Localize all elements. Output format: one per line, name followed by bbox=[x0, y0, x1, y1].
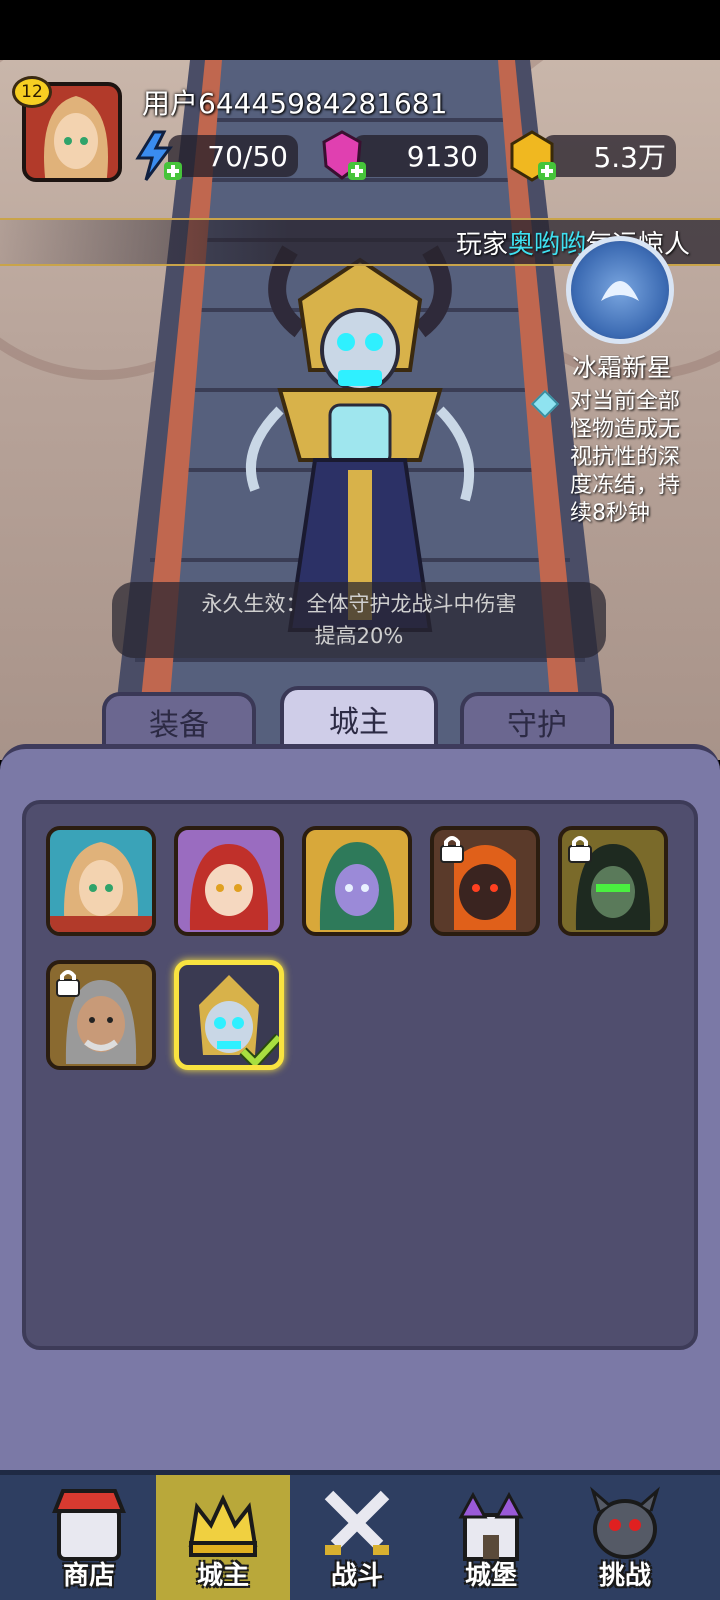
checkmark-icon bbox=[239, 1033, 279, 1065]
night-elf-portrait-icon bbox=[319, 842, 395, 930]
lock-icon bbox=[440, 836, 464, 863]
lock-icon bbox=[56, 970, 80, 997]
nav-castle[interactable]: 城堡 bbox=[424, 1475, 558, 1600]
gem-add-icon[interactable] bbox=[314, 128, 370, 184]
nav-challenge-label: 挑战 bbox=[598, 1561, 651, 1591]
nav-shop-label: 商店 bbox=[62, 1561, 115, 1591]
ticker-prefix: 玩家 bbox=[455, 229, 508, 260]
hero-slot-3[interactable] bbox=[302, 826, 412, 936]
nav-challenge[interactable]: 挑战 bbox=[558, 1475, 692, 1600]
skill-name: 冰霜新星 bbox=[572, 353, 673, 382]
nav-shop[interactable]: 商店 bbox=[22, 1475, 156, 1600]
username-label: 用户64445984281681 bbox=[142, 87, 448, 120]
tab-lord[interactable]: 城主 bbox=[280, 686, 438, 752]
gem-counter: 9130 bbox=[352, 135, 488, 177]
blonde-elf-portrait-icon bbox=[50, 842, 152, 932]
energy-add-icon[interactable] bbox=[130, 128, 186, 184]
nav-battle[interactable]: 战斗 bbox=[290, 1475, 424, 1600]
tab-guardian[interactable]: 守护 bbox=[460, 692, 614, 752]
bottom-nav: 商店 城主 战斗 城堡 挑战 bbox=[0, 1470, 720, 1600]
hero-slot-1[interactable] bbox=[46, 826, 156, 936]
hero-slot-5-locked[interactable] bbox=[558, 826, 668, 936]
shop-icon bbox=[52, 1489, 126, 1561]
frost-nova-skill-icon[interactable] bbox=[566, 236, 674, 344]
passive-line-1: 永久生效：全体守护龙战斗中伤害 bbox=[201, 592, 517, 616]
hero-slot-7-selected[interactable] bbox=[174, 960, 284, 1070]
nav-lord-label: 城主 bbox=[196, 1561, 249, 1591]
hero-slot-4-locked[interactable] bbox=[430, 826, 540, 936]
level-badge: 12 bbox=[12, 76, 52, 108]
status-bar bbox=[0, 0, 720, 60]
gold-add-icon[interactable] bbox=[504, 128, 560, 184]
gold-counter: 5.3万 bbox=[542, 135, 676, 177]
passive-line-2: 提高20% bbox=[314, 624, 404, 648]
crossed-swords-icon bbox=[324, 1490, 390, 1555]
hero-slot-2[interactable] bbox=[174, 826, 284, 936]
red-hair-girl-portrait-icon bbox=[189, 844, 269, 930]
nav-battle-label: 战斗 bbox=[330, 1561, 383, 1591]
nav-castle-label: 城堡 bbox=[464, 1561, 517, 1591]
nav-lord[interactable]: 城主 bbox=[156, 1475, 290, 1600]
skill-description: 对当前全部怪物造成无视抗性的深度冻结，持续8秒钟 bbox=[570, 389, 681, 526]
energy-counter: 70/50 bbox=[168, 135, 298, 177]
castle-icon bbox=[458, 1491, 524, 1561]
demon-head-icon bbox=[590, 1486, 660, 1559]
crown-icon bbox=[188, 1494, 258, 1557]
hero-slot-6-locked[interactable] bbox=[46, 960, 156, 1070]
passive-effect-box: 永久生效：全体守护龙战斗中伤害 提高20% bbox=[112, 582, 606, 658]
lock-icon bbox=[568, 836, 592, 863]
tab-equipment[interactable]: 装备 bbox=[102, 692, 256, 752]
